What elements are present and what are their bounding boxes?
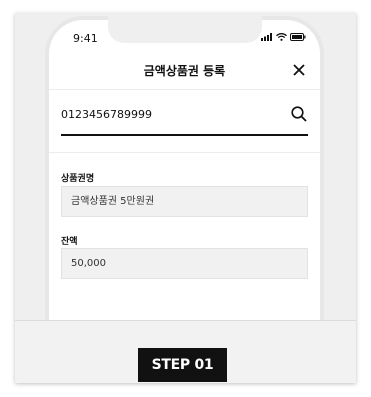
close-icon xyxy=(293,64,305,76)
step-badge: STEP 01 xyxy=(138,348,227,382)
search-button[interactable] xyxy=(290,105,308,123)
status-time: 9:41 xyxy=(73,32,98,45)
phone-frame: 9:41 금액상품권 등록 0123456789999 상품권명 금액상품권 5… xyxy=(45,16,324,336)
signal-icon xyxy=(261,33,272,41)
search-field[interactable]: 0123456789999 xyxy=(61,100,308,136)
wifi-icon xyxy=(276,33,287,41)
voucher-name-field: 금액상품권 5만원권 xyxy=(61,186,308,217)
status-icons xyxy=(261,33,306,41)
step-card: 9:41 금액상품권 등록 0123456789999 상품권명 금액상품권 5… xyxy=(15,13,356,383)
battery-icon xyxy=(290,33,306,41)
balance-field: 50,000 xyxy=(61,248,308,279)
close-button[interactable] xyxy=(290,61,308,79)
page-header: 금액상품권 등록 xyxy=(49,53,320,90)
section-divider xyxy=(49,152,320,153)
phone-notch xyxy=(108,16,262,43)
search-input[interactable]: 0123456789999 xyxy=(61,108,152,121)
page-title: 금액상품권 등록 xyxy=(143,64,226,78)
voucher-name-label: 상품권명 xyxy=(61,174,95,184)
balance-label: 잔액 xyxy=(61,237,78,247)
search-icon xyxy=(291,106,307,122)
